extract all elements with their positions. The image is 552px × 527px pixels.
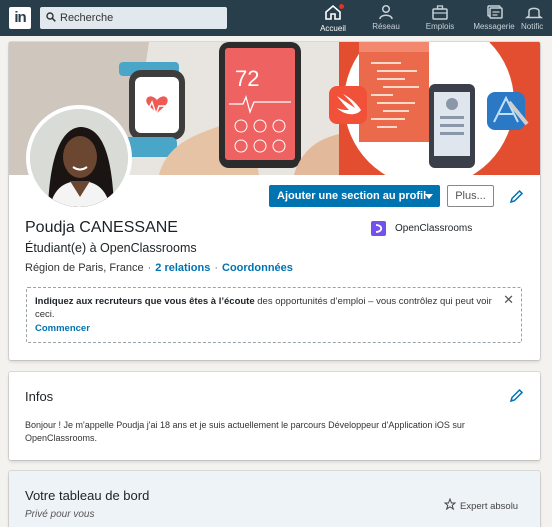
connections-link[interactable]: 2 relations xyxy=(155,262,210,274)
nav-item-notifications[interactable]: Notific xyxy=(521,4,552,34)
dashboard-card: Votre tableau de bord Privé pour vous Ex… xyxy=(9,471,540,527)
briefcase-icon xyxy=(432,5,448,20)
dashboard-title: Votre tableau de bord xyxy=(25,488,150,503)
more-button[interactable]: Plus... xyxy=(447,185,494,207)
search-input[interactable] xyxy=(60,9,220,27)
edit-profile-pencil-icon[interactable] xyxy=(509,189,524,204)
profile-location-line: Région de Paris, France · 2 relations · Coor… xyxy=(25,262,293,274)
expert-badge[interactable]: Expert absolu xyxy=(443,497,519,512)
edit-about-pencil-icon[interactable] xyxy=(509,388,524,403)
current-company-name: OpenClassrooms xyxy=(395,223,473,234)
star-badge-icon xyxy=(443,497,457,511)
nav-label-home: Accueil xyxy=(320,24,346,33)
openclassrooms-logo xyxy=(371,221,386,236)
profile-location: Région de Paris, France xyxy=(25,262,144,274)
open-to-work-notice: Indiquez aux recruteurs que vous êtes à … xyxy=(26,287,522,343)
nav-label-messaging: Messagerie xyxy=(473,22,515,31)
notification-dot xyxy=(338,3,345,10)
profile-card: 72 Ajouter une section au profil Plus...… xyxy=(9,42,540,360)
nav-item-messaging[interactable]: Messagerie xyxy=(469,4,519,34)
linkedin-logo[interactable]: in xyxy=(9,7,31,29)
contact-info-link[interactable]: Coordonnées xyxy=(222,262,293,274)
expert-badge-label: Expert absolu xyxy=(460,501,519,512)
avatar-image xyxy=(30,109,128,207)
about-text: Bonjour ! Je m'appelle Poudja j'ai 18 an… xyxy=(25,420,465,443)
bell-icon xyxy=(525,7,543,19)
notice-start-link[interactable]: Commencer xyxy=(35,322,493,335)
close-icon[interactable]: ✕ xyxy=(503,293,514,306)
nav-item-network[interactable]: Réseau xyxy=(366,4,406,34)
profile-name: Poudja CANESSANE xyxy=(25,219,178,236)
top-nav-bar: in Accueil Réseau Emplois Messagerie Not… xyxy=(0,0,552,36)
add-profile-section-button[interactable]: Ajouter une section au profil xyxy=(269,185,440,207)
profile-headline: Étudiant(e) à OpenClassrooms xyxy=(25,241,197,255)
nav-label-notifications: Notific xyxy=(521,22,544,31)
add-profile-section-label: Ajouter une section au profil xyxy=(277,190,427,202)
messaging-icon xyxy=(487,5,503,19)
profile-photo[interactable] xyxy=(26,105,132,211)
dashboard-subtitle: Privé pour vous xyxy=(25,509,95,520)
nav-label-jobs: Emplois xyxy=(425,22,455,31)
nav-item-home[interactable]: Accueil xyxy=(313,3,353,34)
banner-heart-rate: 72 xyxy=(235,66,259,91)
about-title: Infos xyxy=(25,389,54,404)
nav-item-jobs[interactable]: Emplois xyxy=(419,4,461,34)
about-card: Infos Bonjour ! Je m'appelle Poudja j'ai… xyxy=(9,372,540,460)
notice-bold-text: Indiquez aux recruteurs que vous êtes à … xyxy=(35,296,255,307)
search-box[interactable] xyxy=(40,7,227,29)
nav-label-network: Réseau xyxy=(372,22,400,31)
search-icon xyxy=(46,12,56,22)
network-icon xyxy=(379,4,393,20)
chevron-down-icon xyxy=(425,194,433,199)
